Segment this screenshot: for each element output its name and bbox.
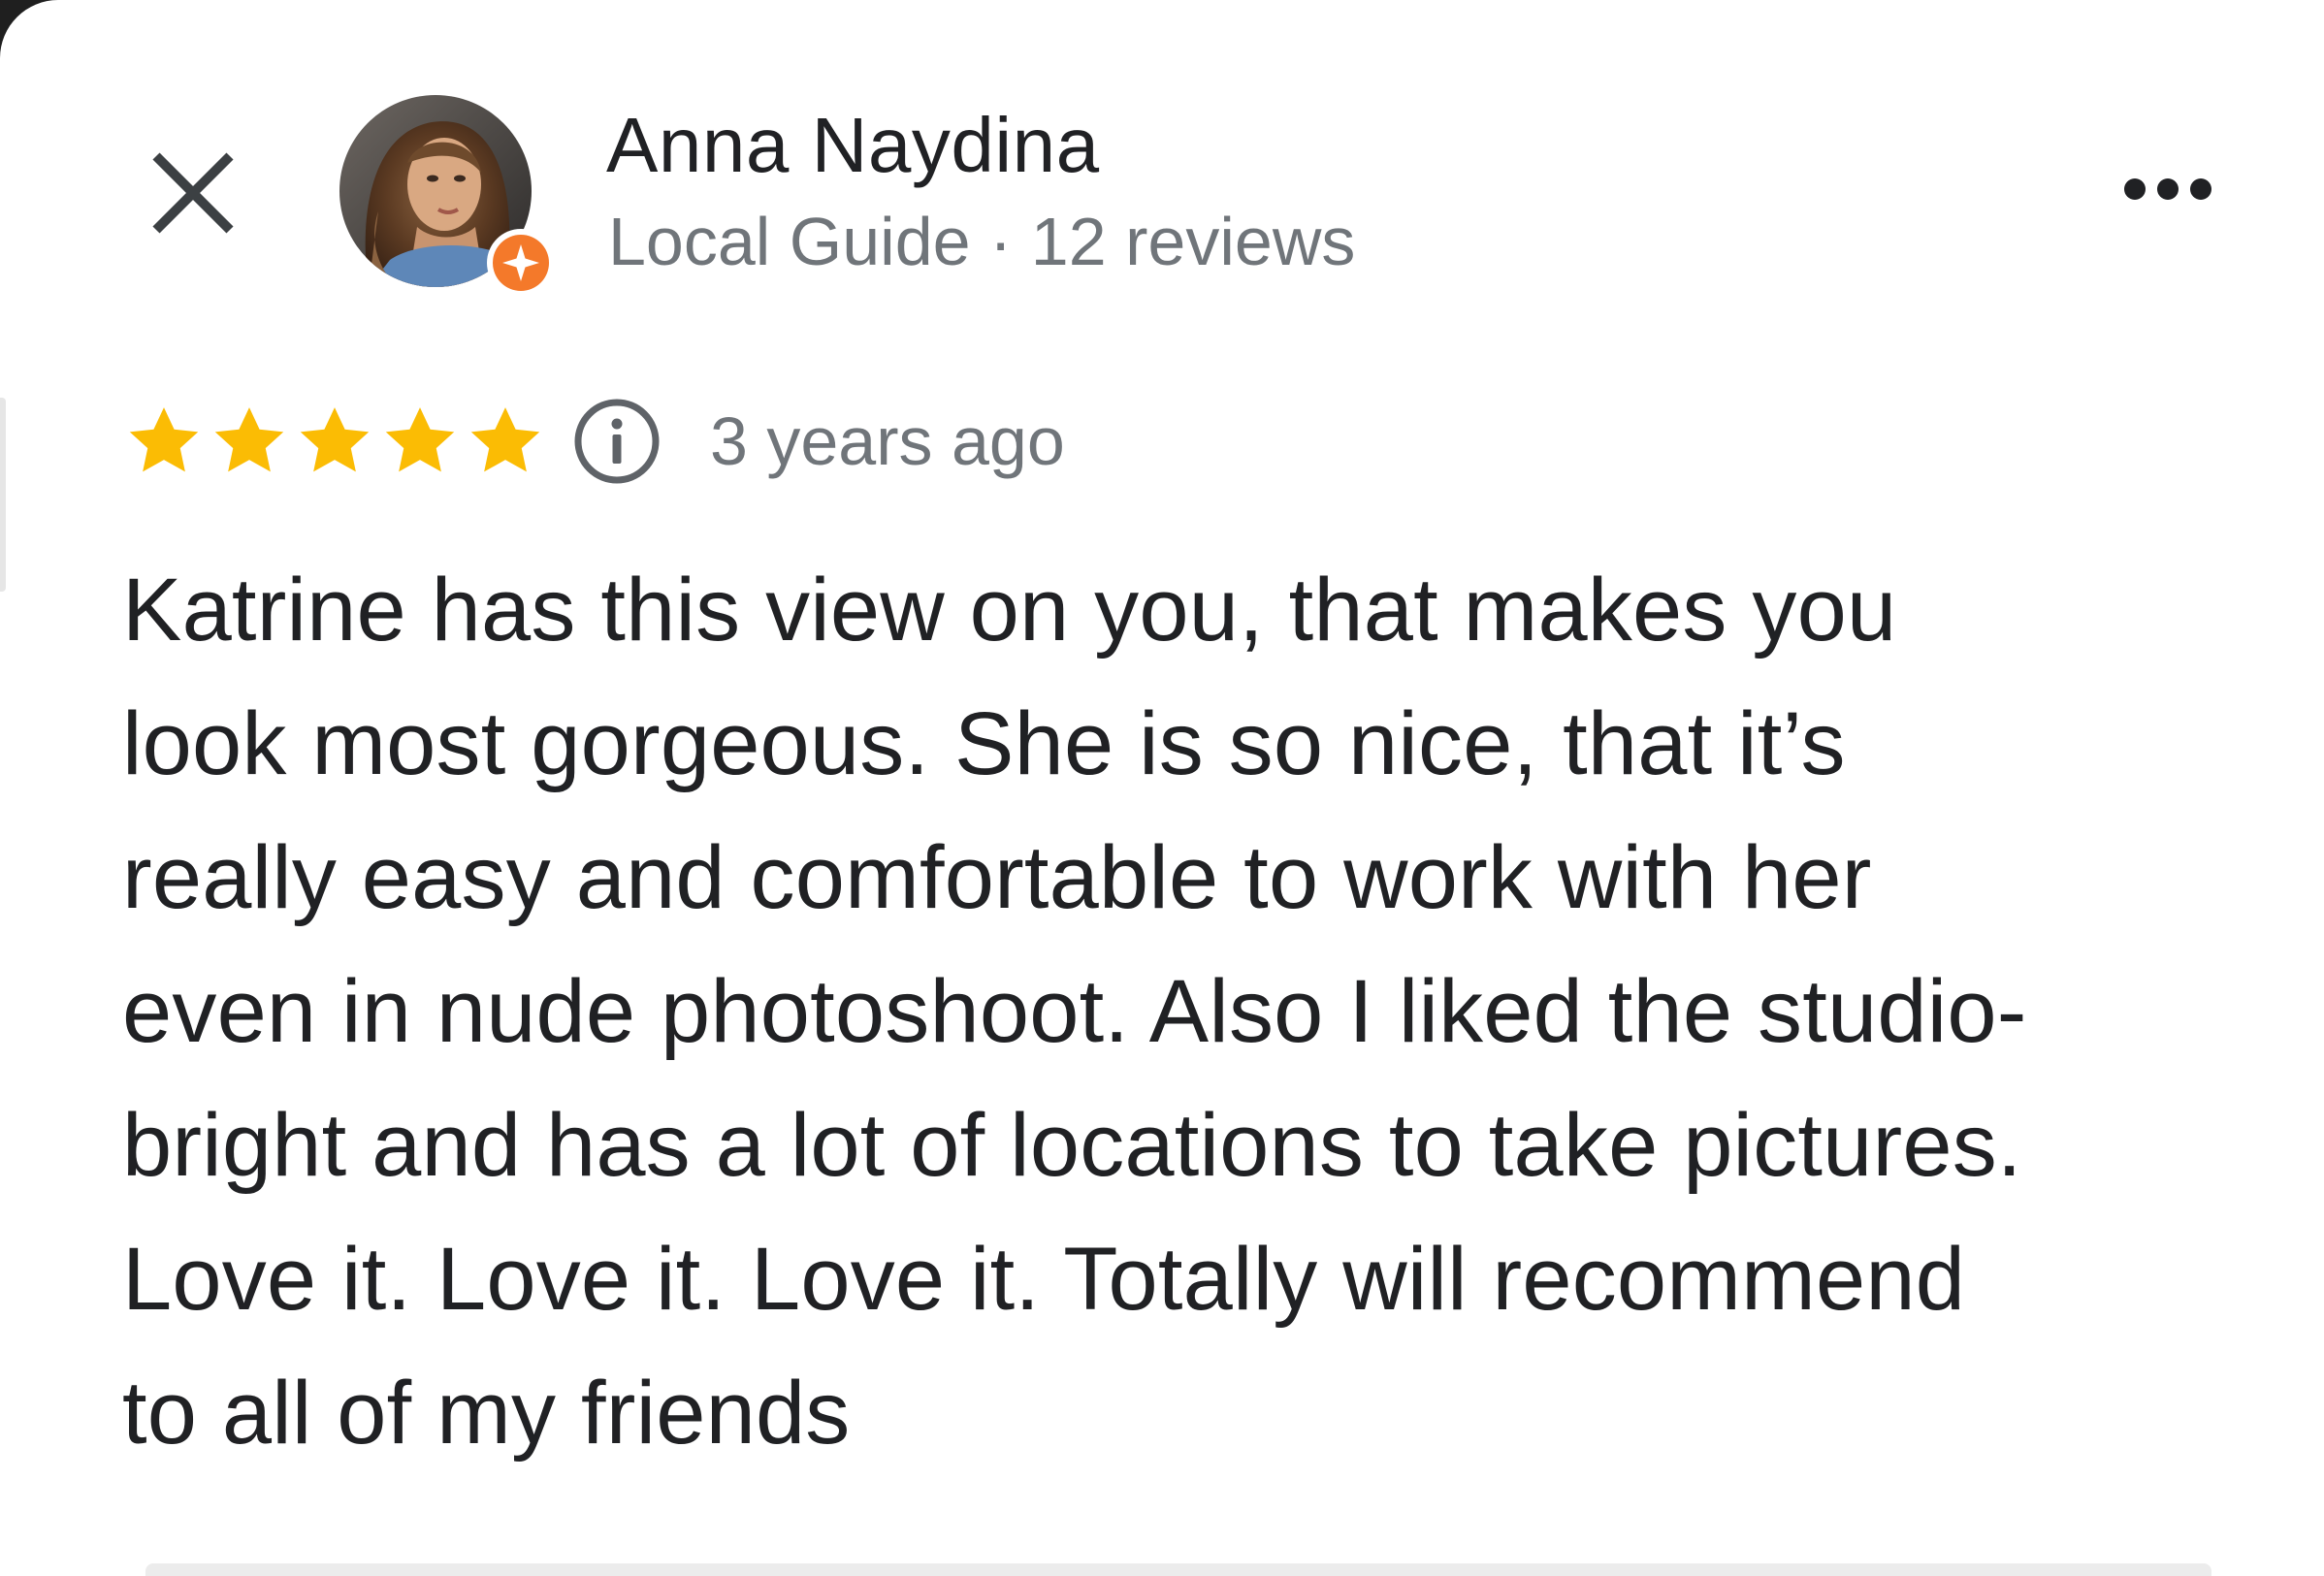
more-options-button[interactable]	[2105, 155, 2231, 223]
more-horizontal-icon-dot	[2190, 178, 2211, 200]
star-icon	[214, 407, 284, 472]
rating-row: 3 years ago	[124, 398, 1065, 485]
left-edge-handle	[0, 398, 6, 592]
review-text-line: to all of my friends	[122, 1364, 851, 1463]
local-guide-badge	[487, 229, 555, 297]
next-card-edge	[145, 1563, 2211, 1576]
review-text-line: look most gorgeous. She is so nice, that…	[122, 694, 1846, 793]
screen: Anna Naydina Local Guide · 12 reviews 3 …	[0, 0, 2324, 1576]
close-button[interactable]	[136, 136, 250, 250]
star-icon	[300, 407, 370, 472]
info-icon	[574, 399, 660, 484]
reviewer-meta[interactable]: Local Guide · 12 reviews	[608, 198, 1355, 285]
review-text: Katrine has this view on you, that makes…	[122, 543, 2256, 1480]
more-horizontal-icon	[2124, 178, 2146, 200]
review-text-line: bright and has a lot of locations to tak…	[122, 1096, 2022, 1195]
review-date: 3 years ago	[710, 403, 1065, 479]
reviewer-name[interactable]: Anna Naydina	[606, 97, 1100, 194]
reviewer-avatar-group[interactable]	[339, 95, 559, 299]
info-button[interactable]	[570, 395, 663, 488]
review-card: Anna Naydina Local Guide · 12 reviews 3 …	[0, 0, 2324, 1576]
review-text-line: even in nude photoshoot. Also I liked th…	[122, 962, 2027, 1061]
star-icon	[385, 407, 455, 472]
local-guide-star-badge-icon	[493, 235, 549, 291]
star-icon	[470, 407, 540, 472]
more-horizontal-icon-dot	[2157, 178, 2179, 200]
close-icon	[152, 152, 234, 234]
star-rating	[124, 402, 545, 481]
review-text-line: Katrine has this view on you, that makes…	[122, 561, 1897, 659]
review-text-line: really easy and comfortable to work with…	[122, 828, 1872, 927]
review-text-line: Love it. Love it. Love it. Totally will …	[122, 1230, 1966, 1329]
star-icon	[129, 407, 199, 472]
